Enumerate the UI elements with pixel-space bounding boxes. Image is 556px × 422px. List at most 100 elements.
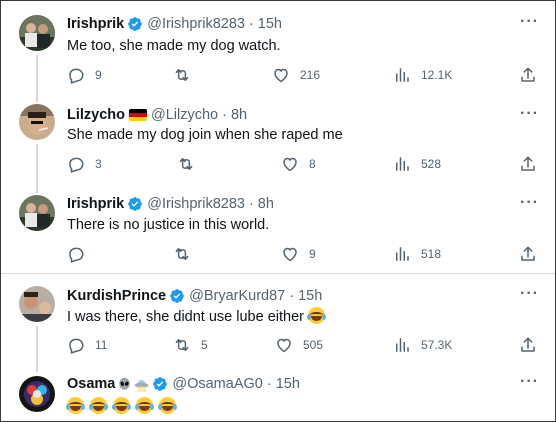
thread-line (36, 362, 38, 372)
verified-badge-icon (170, 289, 184, 303)
share-button[interactable] (519, 336, 537, 354)
views-button[interactable]: 12.1K (393, 66, 452, 84)
handle[interactable]: @Irishprik8283 (147, 16, 245, 32)
share-button[interactable] (519, 66, 537, 84)
reply-button[interactable]: 9 (67, 66, 102, 84)
like-button[interactable]: 8 (281, 155, 316, 173)
like-button[interactable]: 9 (281, 245, 316, 263)
views-button[interactable]: 528 (393, 155, 441, 173)
view-count: 518 (421, 247, 442, 261)
views-icon (396, 338, 409, 352)
timestamp[interactable]: 8h (231, 107, 247, 123)
views-icon (396, 68, 409, 82)
share-icon (521, 67, 535, 82)
action-bar: 11 5 505 57.3K (67, 336, 537, 356)
thread-line (36, 96, 38, 102)
timestamp[interactable]: 15h (258, 16, 282, 32)
tweet-5[interactable]: Osama @OsamaAG0 · 15h ··· (1, 362, 555, 421)
tweet-text (66, 397, 178, 415)
reply-button[interactable]: 11 (67, 336, 107, 354)
display-name[interactable]: Irishprik (67, 16, 124, 32)
view-count: 528 (421, 157, 442, 171)
like-button[interactable]: 505 (275, 336, 323, 354)
display-name[interactable]: KurdishPrince (67, 288, 166, 304)
action-bar: 9 216 12.1K (67, 66, 537, 86)
retweet-button[interactable] (177, 155, 195, 173)
retweet-count: 5 (201, 338, 208, 352)
handle[interactable]: @Irishprik8283 (147, 196, 245, 212)
like-icon (283, 157, 297, 172)
timestamp[interactable]: 15h (276, 376, 300, 392)
retweet-icon (179, 158, 193, 170)
handle[interactable]: @OsamaAG0 (172, 376, 262, 392)
reply-thread: Irishprik @Irishprik8283 · 15h ··· Me to… (0, 0, 556, 422)
laughing-crying-emoji-icon (112, 397, 132, 414)
more-options-icon[interactable]: ··· (520, 285, 539, 303)
handle[interactable]: @Lilzycho (151, 107, 218, 123)
like-icon (274, 68, 288, 83)
laughing-crying-emoji-icon (89, 397, 109, 414)
timestamp[interactable]: 8h (258, 196, 274, 212)
tweet-header: Irishprik @Irishprik8283 · 8h (67, 194, 274, 214)
tweet-2[interactable]: Lilzycho @Lilzycho · 8h ··· She made my … (1, 96, 555, 186)
verified-badge-icon (128, 17, 143, 31)
like-button[interactable]: 216 (272, 66, 320, 84)
avatar[interactable] (19, 195, 55, 231)
tweet-text: I was there, she didnt use lube either (67, 309, 304, 325)
alien-emoji-icon (119, 377, 131, 390)
laughing-crying-emoji-icon (135, 397, 155, 414)
verified-badge-icon (153, 377, 168, 391)
reply-icon (69, 157, 84, 173)
thread-line (36, 186, 38, 193)
tweet-3[interactable]: Irishprik @Irishprik8283 · 8h ··· There … (1, 186, 555, 273)
action-bar: 3 8 528 (67, 155, 537, 175)
share-icon (521, 246, 535, 261)
retweet-button[interactable]: 5 (173, 336, 208, 354)
like-count: 505 (303, 338, 324, 352)
verified-badge-icon (128, 197, 143, 211)
retweet-button[interactable] (173, 66, 191, 84)
avatar[interactable] (19, 286, 55, 322)
view-count: 57.3K (421, 338, 453, 352)
tweet-header: Irishprik @Irishprik8283 · 15h (67, 14, 282, 34)
tweet-4[interactable]: KurdishPrince @BryarKurd87 · 15h ··· I w… (1, 274, 555, 362)
more-options-icon[interactable]: ··· (520, 13, 539, 31)
tweet-header: Osama @OsamaAG0 · 15h (67, 374, 300, 394)
avatar[interactable] (19, 104, 55, 140)
like-icon (277, 338, 291, 353)
thread-line (36, 55, 38, 96)
reply-button[interactable]: 3 (67, 155, 102, 173)
tweet-1[interactable]: Irishprik @Irishprik8283 · 15h ··· Me to… (1, 1, 555, 96)
like-icon (283, 247, 297, 262)
share-icon (521, 156, 535, 171)
thread-line (36, 144, 38, 186)
more-options-icon[interactable]: ··· (520, 105, 539, 123)
share-button[interactable] (519, 155, 537, 173)
reply-button[interactable] (67, 245, 85, 263)
more-options-icon[interactable]: ··· (520, 373, 539, 391)
reply-icon (69, 68, 84, 84)
action-bar: 9 518 (67, 245, 537, 265)
more-options-icon[interactable]: ··· (520, 194, 539, 212)
share-button[interactable] (519, 245, 537, 263)
display-name[interactable]: Osama (67, 376, 115, 392)
separator-dot: · (289, 288, 295, 304)
retweet-icon (175, 69, 189, 81)
share-icon (521, 337, 535, 352)
display-name[interactable]: Irishprik (67, 196, 124, 212)
laughing-crying-emoji-icon (66, 397, 85, 414)
retweet-button[interactable] (173, 245, 191, 263)
views-button[interactable]: 518 (393, 245, 441, 263)
views-button[interactable]: 57.3K (393, 336, 452, 354)
views-icon (396, 247, 409, 261)
avatar[interactable] (19, 376, 55, 412)
timestamp[interactable]: 15h (298, 288, 322, 304)
tweet-header: KurdishPrince @BryarKurd87 · 15h (67, 286, 322, 306)
germany-flag-icon (129, 109, 148, 121)
handle[interactable]: @BryarKurd87 (189, 288, 285, 304)
avatar[interactable] (19, 15, 55, 51)
display-name[interactable]: Lilzycho (67, 107, 125, 123)
separator-dot: · (266, 376, 272, 392)
views-icon (396, 157, 409, 171)
retweet-icon (175, 339, 189, 351)
